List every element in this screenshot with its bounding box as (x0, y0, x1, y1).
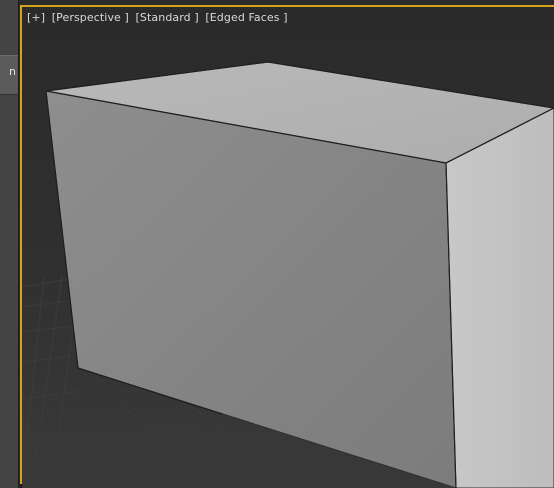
viewport-menu-shading[interactable]: [Edged Faces ] (205, 11, 287, 24)
viewport-label-bar: [+] [Perspective ] [Standard ] [Edged Fa… (27, 11, 291, 24)
viewport-menu-plus[interactable]: [+] (27, 11, 45, 24)
viewport-menu-standard[interactable]: [Standard ] (136, 11, 199, 24)
viewport-scene[interactable] (22, 7, 554, 488)
viewport-menu-perspective[interactable]: [Perspective ] (52, 11, 129, 24)
panel-tab[interactable]: n (0, 55, 18, 95)
app-window: n [+] [Perspective ] [Standard ] [Edged … (0, 0, 554, 488)
perspective-viewport[interactable]: [+] [Perspective ] [Standard ] [Edged Fa… (20, 5, 554, 488)
box-side-face[interactable] (445, 107, 554, 488)
command-panel-strip: n (0, 0, 19, 488)
